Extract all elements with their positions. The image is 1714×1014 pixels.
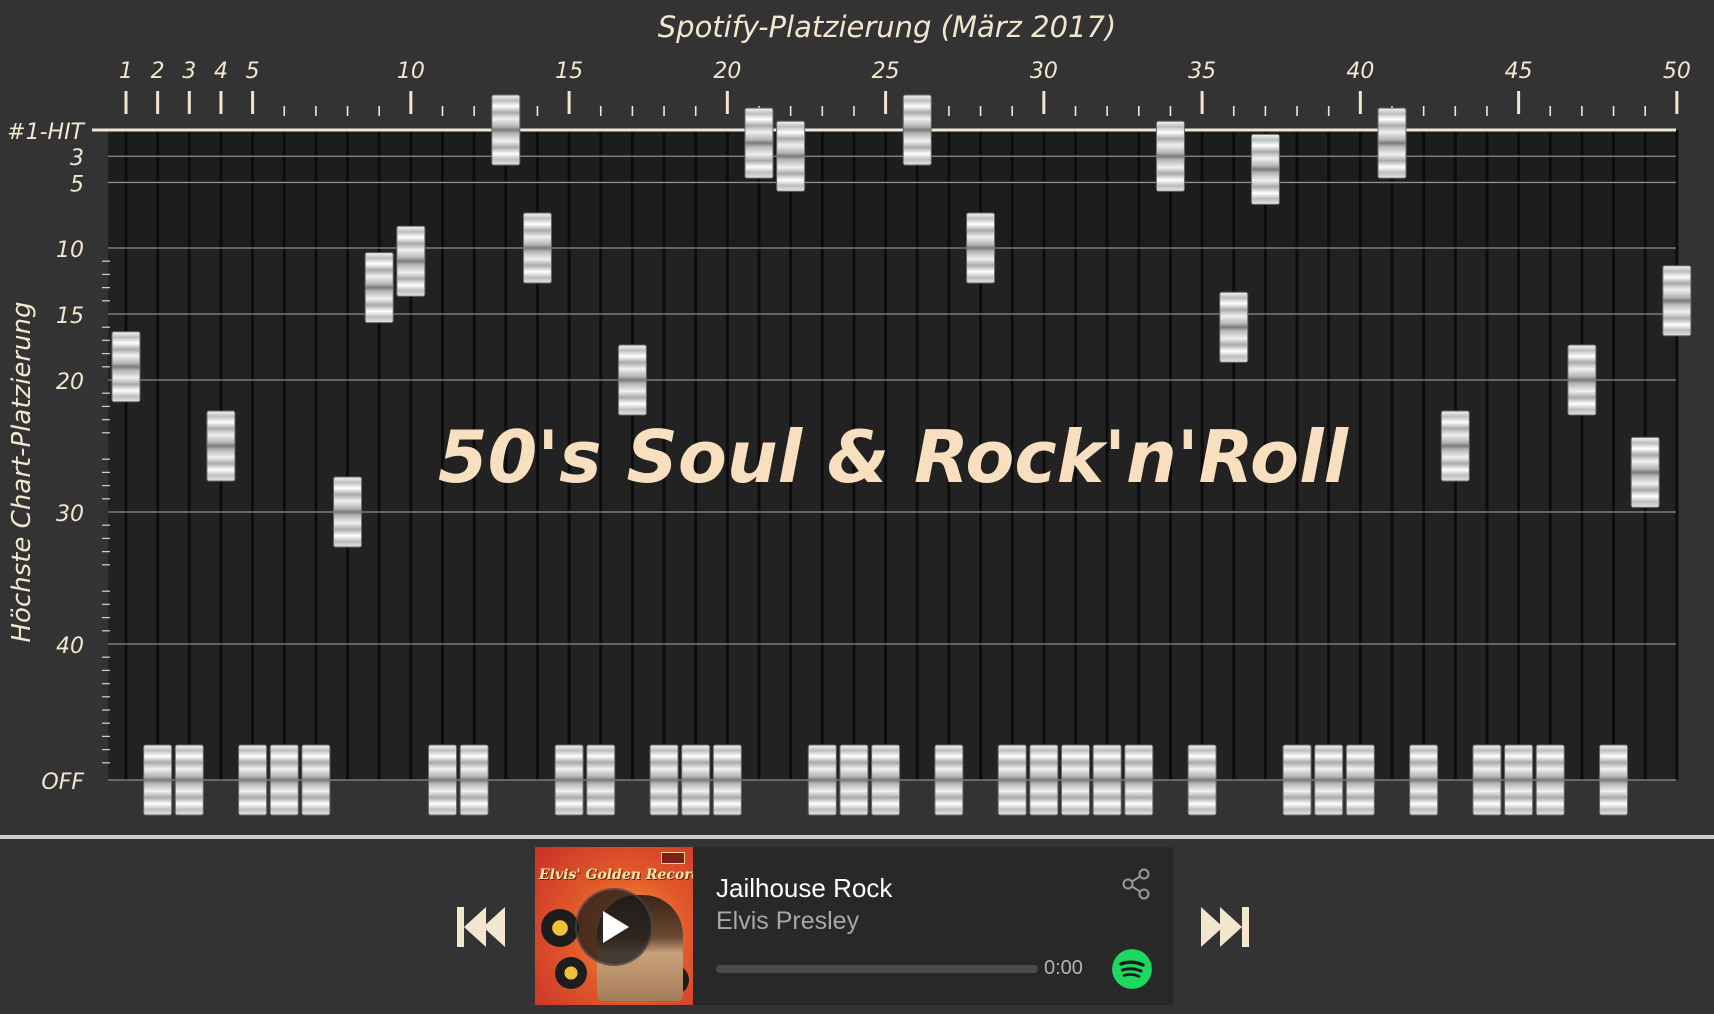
x-tick-label: 50	[1663, 59, 1691, 84]
slider-knob	[807, 744, 837, 816]
share-icon[interactable]	[1119, 867, 1153, 901]
playback-time: 0:00	[1044, 957, 1083, 979]
slider-knob	[238, 744, 268, 816]
slider-knob	[1377, 107, 1407, 179]
slider-knob	[1440, 410, 1470, 482]
record-disc	[541, 909, 579, 947]
slider-knob	[776, 120, 806, 192]
y-tick-label: OFF	[41, 770, 84, 795]
track-title[interactable]: Jailhouse Rock	[716, 873, 892, 904]
spotify-logo-icon[interactable]	[1112, 949, 1152, 989]
y-tick-label: #1-HIT	[7, 120, 85, 145]
slider-knob	[997, 744, 1027, 816]
y-tick-label: 15	[56, 304, 84, 329]
slider-knob	[871, 744, 901, 816]
top-band	[108, 130, 1676, 248]
slider-knob	[491, 94, 521, 166]
slider-knob	[333, 476, 363, 548]
slider-knob	[522, 212, 552, 284]
slider-knob	[143, 744, 173, 816]
y-tick-label: 3	[70, 146, 84, 171]
slider-knob	[428, 744, 457, 816]
genre-title: 50's Soul & Rock'n'Roll	[438, 415, 1349, 499]
slider-knob	[902, 94, 932, 166]
skip-next-icon	[1201, 907, 1249, 947]
y-tick-label: 20	[56, 370, 84, 395]
slider-knob	[1219, 291, 1249, 363]
slider-knob	[681, 744, 711, 816]
slider-knob	[1535, 744, 1565, 816]
slider-knob	[1662, 265, 1692, 337]
slider-knob	[617, 344, 647, 416]
skip-previous-button[interactable]	[450, 895, 514, 959]
record-disc	[555, 957, 587, 989]
x-tick-label: 40	[1346, 59, 1374, 84]
slider-knob	[712, 744, 742, 816]
slider-knob	[459, 744, 489, 816]
y-tick-label: 5	[70, 172, 84, 197]
slider-knob	[1472, 744, 1502, 816]
play-button[interactable]	[575, 888, 653, 966]
x-tick-label: 4	[214, 59, 228, 84]
x-tick-label: 25	[872, 59, 900, 84]
x-tick-label: 20	[713, 59, 741, 84]
slider-knob	[1630, 436, 1660, 508]
slider-knob	[1504, 744, 1534, 816]
slider-knob	[1409, 744, 1439, 816]
slider-knob	[744, 107, 774, 179]
slider-knob	[966, 212, 996, 284]
y-axis-label: Höchste Chart-Platzierung	[7, 301, 37, 642]
slider-knob	[364, 252, 394, 324]
slider-knob	[111, 331, 141, 403]
play-icon	[603, 911, 629, 943]
slider-knob	[1282, 744, 1312, 816]
slider-chart: Spotify-Platzierung (März 2017) Höchste …	[7, 10, 1692, 816]
record-label-badge	[661, 852, 685, 864]
slider-knob	[269, 744, 299, 816]
slider-knob	[1124, 744, 1154, 816]
skip-next-button[interactable]	[1193, 895, 1257, 959]
slider-knob	[1314, 744, 1344, 816]
track-artist[interactable]: Elvis Presley	[716, 907, 859, 936]
x-tick-label: 3	[182, 59, 196, 84]
x-tick-label: 35	[1188, 59, 1216, 84]
x-tick-label: 10	[397, 59, 425, 84]
slider-knob	[934, 744, 964, 816]
y-tick-label: 40	[56, 634, 84, 659]
x-tick-label: 15	[555, 59, 583, 84]
album-cover-title: Elvis' Golden Records	[539, 867, 693, 883]
slider-knob	[839, 744, 869, 816]
slider-knob	[1599, 744, 1629, 816]
x-tick-label: 5	[246, 59, 260, 84]
skip-previous-icon	[457, 907, 505, 947]
x-tick-label: 30	[1030, 59, 1058, 84]
slider-knob	[1092, 744, 1122, 816]
slider-knob	[206, 410, 236, 482]
y-tick-label: 30	[56, 502, 84, 527]
slider-knob	[1155, 120, 1185, 192]
slider-knob	[1567, 344, 1597, 416]
x-tick-label: 45	[1505, 59, 1533, 84]
slider-knob	[1029, 744, 1059, 816]
slider-knob	[1187, 744, 1217, 816]
slider-knob	[649, 744, 679, 816]
slider-knob	[396, 225, 426, 297]
slider-knob	[1345, 744, 1375, 816]
slider-knob	[554, 744, 584, 816]
progress-bar[interactable]	[716, 965, 1038, 973]
chart-title: Spotify-Platzierung (März 2017)	[658, 10, 1117, 44]
slider-knob	[301, 744, 331, 816]
slider-knob	[174, 744, 204, 816]
x-tick-label: 2	[151, 59, 165, 84]
slider-knob	[586, 744, 616, 816]
spotify-player: Elvis' Golden Records Jailhouse Rock Elv…	[535, 847, 1173, 1005]
slider-knob	[1250, 133, 1280, 205]
y-tick-label: 10	[56, 238, 84, 263]
x-tick-label: 1	[119, 59, 133, 84]
album-cover: Elvis' Golden Records	[535, 847, 693, 1005]
slider-knob	[1061, 744, 1090, 816]
